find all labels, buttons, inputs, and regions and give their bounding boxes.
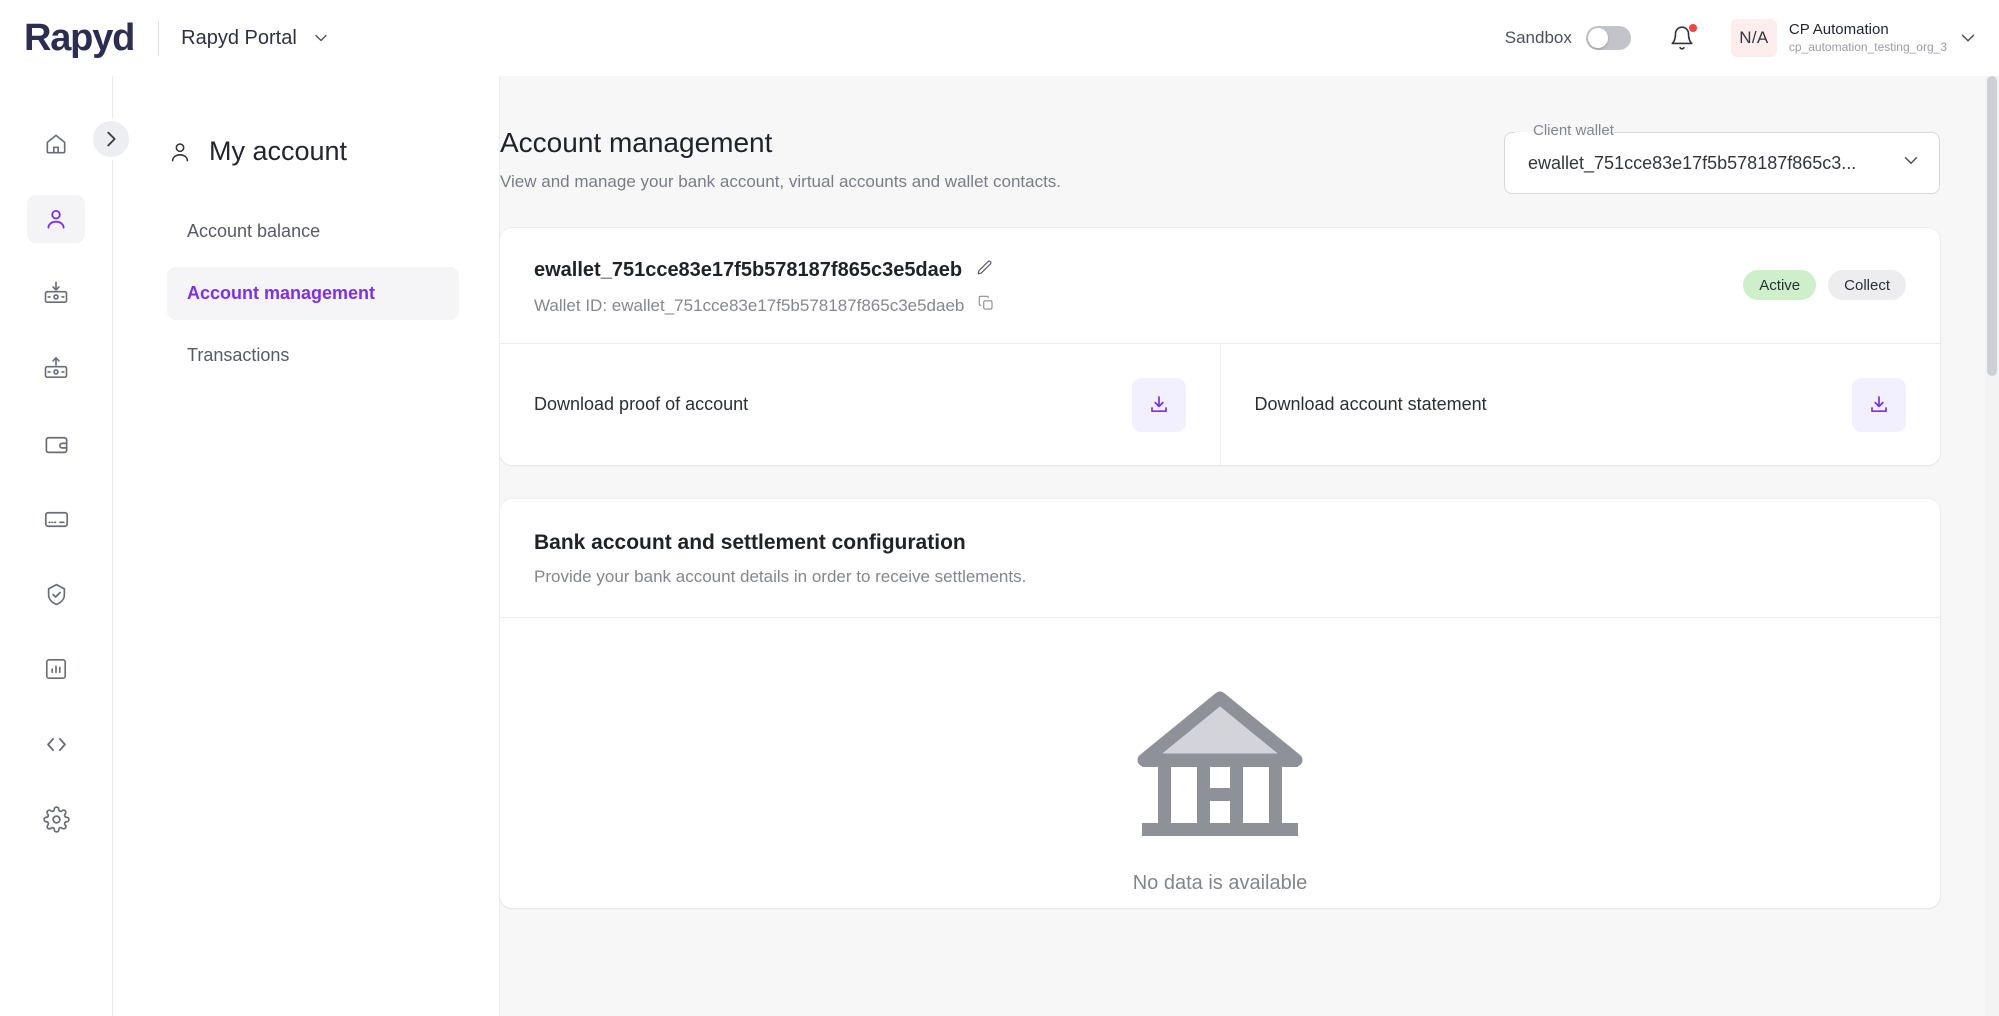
sidebar-item-settings[interactable] [27, 795, 85, 843]
copy-icon[interactable] [977, 294, 995, 317]
wallet-card-header: ewallet_751cce83e17f5b578187f865c3e5daeb… [500, 228, 1940, 344]
bank-account-card: Bank account and settlement configuratio… [500, 499, 1940, 908]
sidebar-item-account-management[interactable]: Account management [167, 267, 459, 320]
sidebar-item-verify[interactable] [27, 570, 85, 618]
scrollbar-thumb[interactable] [1987, 76, 1997, 376]
empty-state-text: No data is available [1133, 872, 1308, 895]
wallet-id-label: Wallet ID: [534, 296, 607, 315]
org-id: cp_automation_testing_org_3 [1789, 39, 1947, 55]
person-icon [167, 139, 193, 165]
page-subtitle: View and manage your bank account, virtu… [500, 172, 1504, 192]
sidebar-expand-button[interactable] [90, 118, 132, 160]
shield-check-icon [43, 581, 70, 608]
top-bar-right: Sandbox N/A CP Automation cp_automation_… [1505, 0, 1999, 76]
pencil-icon[interactable] [975, 258, 994, 283]
download-account-statement-button[interactable] [1852, 378, 1906, 432]
wallet-card: ewallet_751cce83e17f5b578187f865c3e5daeb… [500, 228, 1940, 465]
org-block[interactable]: CP Automation cp_automation_testing_org_… [1789, 21, 1947, 55]
chevron-down-icon[interactable] [311, 28, 331, 48]
status-badge-collect: Collect [1828, 270, 1906, 300]
card-icon [43, 506, 70, 533]
sidebar-item-wallets[interactable] [27, 420, 85, 468]
sandbox-label: Sandbox [1505, 28, 1572, 48]
wallet-name: ewallet_751cce83e17f5b578187f865c3e5daeb [534, 259, 962, 282]
chevron-down-icon[interactable] [1900, 150, 1922, 177]
download-account-statement-label: Download account statement [1255, 394, 1487, 415]
sidebar-item-home[interactable] [27, 120, 85, 168]
org-name: CP Automation [1789, 21, 1947, 39]
download-proof-of-account-cell: Download proof of account [500, 344, 1220, 465]
toggle-knob [1588, 28, 1608, 48]
sandbox-toggle[interactable] [1586, 26, 1631, 50]
sidebar-item-transactions[interactable]: Transactions [167, 329, 459, 382]
rapyd-logo[interactable]: Rapyd [24, 17, 134, 60]
sidebar-item-label: Account balance [187, 221, 320, 242]
client-wallet-select[interactable]: Client wallet Client wallet ewallet_751c… [1504, 132, 1940, 194]
brand-divider [158, 21, 159, 55]
chevron-down-icon[interactable] [1957, 27, 1979, 49]
sidebar-item-developers[interactable] [27, 720, 85, 768]
bank-account-header: Bank account and settlement configuratio… [500, 499, 1940, 618]
download-icon [1147, 393, 1171, 417]
sidebar-item-label: Account management [187, 283, 375, 304]
main-inner: Account management View and manage your … [500, 76, 1999, 908]
chevron-right-icon [100, 128, 122, 150]
page-scrollbar[interactable] [1985, 76, 1999, 1016]
wallet-card-header-left: ewallet_751cce83e17f5b578187f865c3e5daeb… [534, 258, 1743, 317]
download-icon [1867, 393, 1891, 417]
page-title: Account management [500, 126, 1504, 160]
bank-building-icon [1136, 690, 1304, 850]
page-header-text: Account management View and manage your … [500, 126, 1504, 192]
wallet-name-row: ewallet_751cce83e17f5b578187f865c3e5daeb [534, 258, 1743, 283]
secondary-nav: My account Account balance Account manag… [113, 76, 500, 1016]
wallet-id-value: ewallet_751cce83e17f5b578187f865c3e5daeb [612, 296, 965, 315]
collect-down-icon [42, 280, 70, 308]
client-wallet-select-value: ewallet_751cce83e17f5b578187f865c3... [1528, 132, 1890, 194]
main-content: Account management View and manage your … [500, 76, 1999, 1016]
wallet-status-chips: Active Collect [1743, 270, 1906, 300]
wallet-id-row: Wallet ID: ewallet_751cce83e17f5b578187f… [534, 294, 1743, 317]
top-bar: Rapyd Rapyd Portal Sandbox N/A CP Automa… [0, 0, 1999, 76]
bank-account-subtitle: Provide your bank account details in ord… [534, 567, 1906, 587]
status-badge-active: Active [1743, 270, 1816, 300]
brand-zone: Rapyd Rapyd Portal [0, 17, 331, 60]
secondary-nav-title: My account [167, 136, 459, 167]
download-account-statement-cell: Download account statement [1220, 344, 1941, 465]
home-icon [43, 131, 69, 157]
payout-up-icon [42, 355, 70, 383]
gear-icon [43, 806, 70, 833]
notifications-button[interactable] [1669, 25, 1695, 51]
icon-rail [0, 76, 113, 1016]
sidebar-item-reports[interactable] [27, 645, 85, 693]
bar-chart-icon [43, 656, 69, 682]
portal-name-label[interactable]: Rapyd Portal [181, 27, 297, 50]
bank-account-empty-state: No data is available [500, 618, 1940, 908]
avatar[interactable]: N/A [1731, 19, 1777, 57]
download-row: Download proof of account Download accou… [500, 344, 1940, 465]
bank-account-title: Bank account and settlement configuratio… [534, 531, 1906, 555]
sidebar-item-label: Transactions [187, 345, 289, 366]
download-proof-of-account-label: Download proof of account [534, 394, 748, 415]
secondary-nav-title-label: My account [209, 136, 347, 167]
notification-badge-dot [1689, 24, 1697, 32]
sidebar-item-issuing[interactable] [27, 495, 85, 543]
wallet-id-text: Wallet ID: ewallet_751cce83e17f5b578187f… [534, 296, 964, 316]
app-root: Rapyd Rapyd Portal Sandbox N/A CP Automa… [0, 0, 1999, 1016]
sidebar-item-disburse[interactable] [27, 345, 85, 393]
sidebar-item-collect[interactable] [27, 270, 85, 318]
person-icon [43, 206, 69, 232]
download-proof-of-account-button[interactable] [1132, 378, 1186, 432]
page-header: Account management View and manage your … [500, 126, 1940, 194]
wallet-icon [43, 431, 70, 458]
sidebar-item-account-balance[interactable]: Account balance [167, 205, 459, 258]
code-icon [43, 731, 70, 758]
sidebar-item-my-account[interactable] [27, 195, 85, 243]
